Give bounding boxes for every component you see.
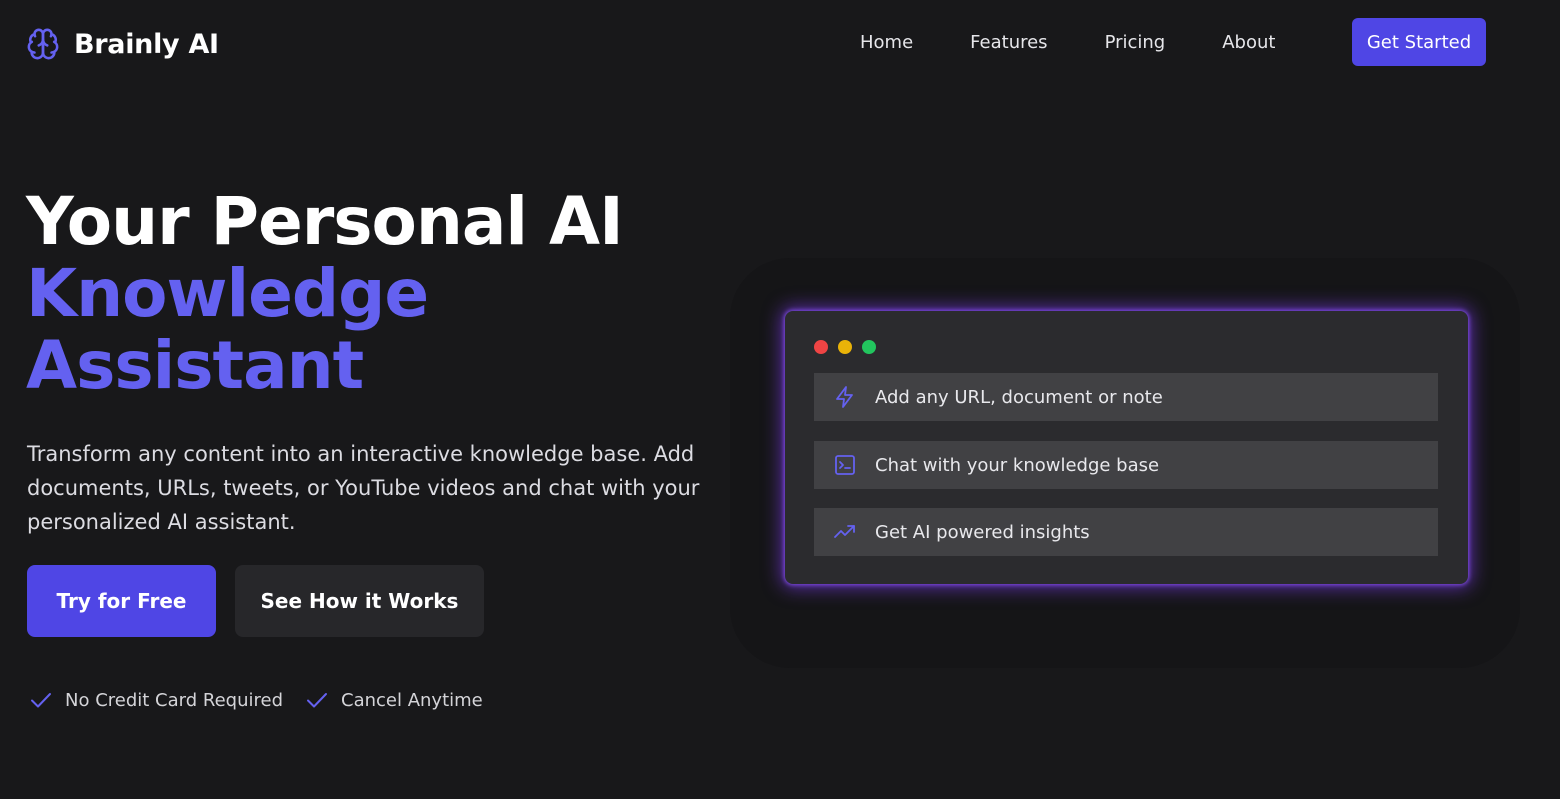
nav-link-about[interactable]: About	[1222, 32, 1275, 53]
perk-item: No Credit Card Required	[29, 688, 283, 712]
feature-row-insights: Get AI powered insights	[814, 508, 1438, 556]
terminal-icon	[835, 455, 855, 475]
hero-description: Transform any content into an interactiv…	[27, 442, 700, 534]
hero-title: Your Personal AI Knowledge Assistant	[26, 186, 726, 402]
landing-page: Brainly AI Home Features Pricing About G…	[0, 0, 1560, 799]
window-controls	[814, 340, 876, 354]
feature-row-label: Add any URL, document or note	[875, 386, 1163, 408]
brand-logo[interactable]: Brainly AI	[26, 24, 219, 64]
trending-up-icon	[834, 525, 855, 538]
nav-links: Home Features Pricing About	[860, 18, 1332, 66]
nav-link-home[interactable]: Home	[860, 32, 913, 53]
lightning-icon	[836, 386, 853, 408]
brand-name: Brainly AI	[74, 28, 219, 60]
see-how-it-works-button[interactable]: See How it Works	[235, 565, 484, 637]
check-icon	[307, 693, 327, 708]
window-minimize-dot	[838, 340, 852, 354]
perks-list: No Credit Card Required Cancel Anytime	[29, 686, 505, 714]
window-close-dot	[814, 340, 828, 354]
check-icon	[31, 693, 51, 708]
feature-row-chat: Chat with your knowledge base	[814, 441, 1438, 489]
demo-card: Add any URL, document or note Chat with …	[785, 311, 1468, 584]
nav-link-features[interactable]: Features	[970, 32, 1047, 53]
feature-row-label: Chat with your knowledge base	[875, 454, 1160, 476]
nav-link-pricing[interactable]: Pricing	[1105, 32, 1166, 53]
top-navbar: Brainly AI Home Features Pricing About G…	[0, 0, 1560, 88]
feature-row-add-content: Add any URL, document or note	[814, 373, 1438, 421]
window-maximize-dot	[862, 340, 876, 354]
perk-label: No Credit Card Required	[65, 689, 283, 711]
feature-row-label: Get AI powered insights	[875, 521, 1090, 543]
hero-title-line-1: Your Personal AI	[26, 183, 624, 260]
hero-title-line-2: Knowledge	[26, 255, 429, 332]
get-started-button[interactable]: Get Started	[1352, 18, 1486, 66]
perk-item: Cancel Anytime	[305, 688, 483, 712]
try-for-free-button[interactable]: Try for Free	[27, 565, 216, 637]
brain-icon	[27, 28, 59, 60]
perk-label: Cancel Anytime	[341, 689, 483, 711]
hero-title-line-3: Assistant	[26, 327, 364, 404]
